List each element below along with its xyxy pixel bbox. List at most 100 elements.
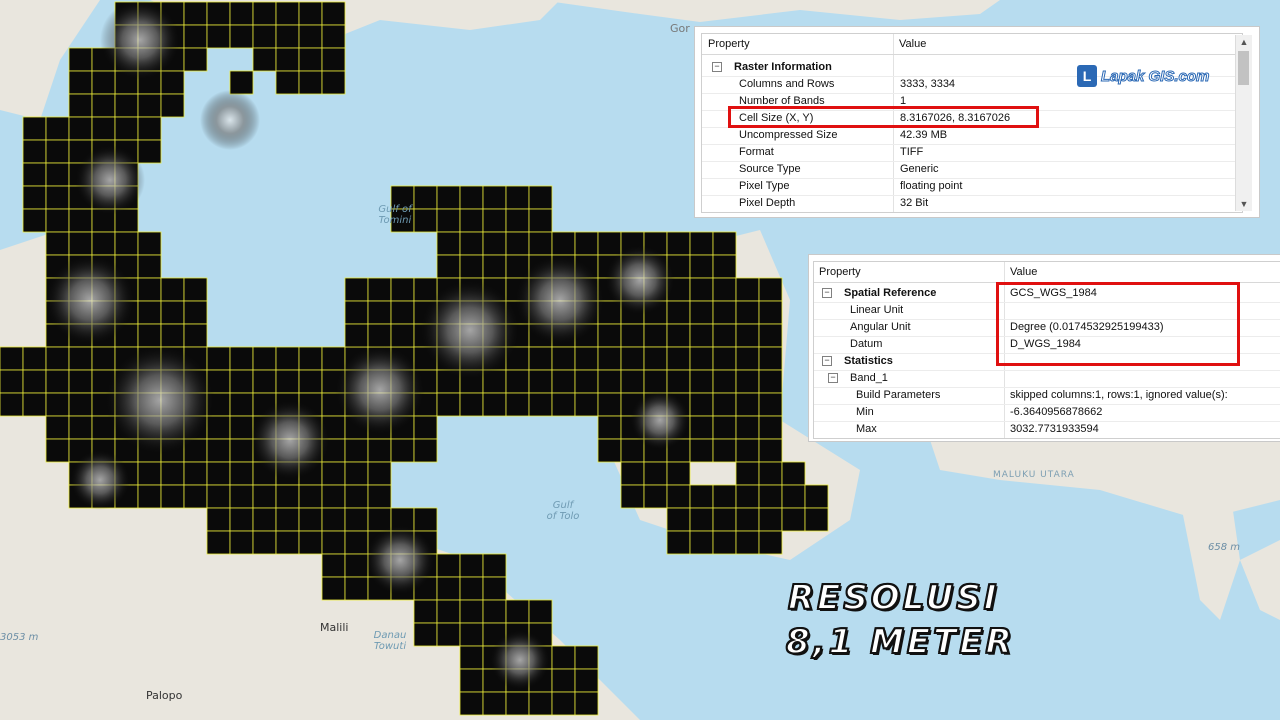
raster-tile <box>45 208 70 233</box>
raster-tile <box>45 415 70 440</box>
vertical-scrollbar[interactable]: ▲ ▼ <box>1235 35 1252 211</box>
raster-tile <box>689 323 714 348</box>
raster-tile <box>689 484 714 509</box>
raster-tile <box>229 484 254 509</box>
raster-tile <box>298 369 323 394</box>
raster-tile <box>735 484 760 509</box>
terrain-highlight <box>75 145 145 215</box>
raster-tile <box>804 507 829 532</box>
property-row[interactable]: Uncompressed Size 42.39 MB <box>702 127 1242 145</box>
property-row[interactable]: Pixel Depth 32 Bit <box>702 195 1242 212</box>
raster-tile <box>229 461 254 486</box>
scroll-down-icon[interactable]: ▼ <box>1236 197 1252 211</box>
gulf-tomini-label: Gulf of Tomini <box>378 204 412 226</box>
raster-tile <box>758 415 783 440</box>
raster-tile <box>758 530 783 555</box>
raster-tile <box>436 599 461 624</box>
raster-tile <box>758 438 783 463</box>
raster-tile <box>367 277 392 302</box>
raster-tile <box>528 369 553 394</box>
raster-tile <box>781 484 806 509</box>
raster-tile <box>459 231 484 256</box>
raster-tile <box>666 484 691 509</box>
raster-tile <box>413 507 438 532</box>
terrain-highlight <box>70 450 130 510</box>
band-subgroup[interactable]: − Band_1 <box>814 370 1280 388</box>
raster-tile <box>482 553 507 578</box>
raster-tile <box>505 185 530 210</box>
raster-tile <box>137 300 162 325</box>
raster-tile <box>68 369 93 394</box>
terrain-highlight <box>515 255 605 345</box>
collapse-icon[interactable]: − <box>712 62 722 72</box>
raster-tile <box>597 369 622 394</box>
property-key: Uncompressed Size <box>739 129 838 141</box>
raster-tile <box>22 208 47 233</box>
raster-tile <box>68 93 93 118</box>
raster-tile <box>735 277 760 302</box>
property-row[interactable]: Build Parameters skipped columns:1, rows… <box>814 387 1280 405</box>
raster-tile <box>528 185 553 210</box>
raster-tile <box>160 70 185 95</box>
raster-tile <box>689 300 714 325</box>
raster-tile <box>459 668 484 693</box>
raster-tile <box>275 530 300 555</box>
raster-tile <box>183 484 208 509</box>
raster-tile <box>68 231 93 256</box>
property-row[interactable]: Format TIFF <box>702 144 1242 162</box>
raster-tile <box>137 116 162 141</box>
raster-tile <box>459 392 484 417</box>
property-row[interactable]: Pixel Type floating point <box>702 178 1242 196</box>
raster-tile <box>344 461 369 486</box>
raster-tile <box>436 231 461 256</box>
raster-tile <box>298 47 323 72</box>
scroll-thumb[interactable] <box>1238 51 1249 85</box>
raster-tile <box>137 254 162 279</box>
collapse-icon[interactable]: − <box>822 288 832 298</box>
raster-tile <box>275 47 300 72</box>
collapse-icon[interactable]: − <box>822 356 832 366</box>
raster-tile <box>298 1 323 26</box>
raster-tile <box>735 438 760 463</box>
property-row[interactable]: Min -6.3640956878662 <box>814 404 1280 422</box>
raster-tile <box>68 70 93 95</box>
raster-tile <box>252 369 277 394</box>
raster-tile <box>666 507 691 532</box>
raster-tile <box>321 47 346 72</box>
raster-tile <box>183 277 208 302</box>
raster-tile <box>229 438 254 463</box>
property-row[interactable]: Source Type Generic <box>702 161 1242 179</box>
raster-tile <box>183 461 208 486</box>
raster-tile <box>252 1 277 26</box>
property-row[interactable]: Max 3032.7731933594 <box>814 421 1280 438</box>
raster-properties-panel: Property Value − Raster Information Colu… <box>694 26 1260 218</box>
group-label: Raster Information <box>734 61 832 73</box>
raster-tile <box>206 507 231 532</box>
raster-tile <box>528 599 553 624</box>
raster-tile <box>344 507 369 532</box>
raster-tile <box>275 346 300 371</box>
raster-tile <box>505 691 530 716</box>
raster-tile <box>321 507 346 532</box>
lapakgis-logo-text: Lapak GIS.com <box>1100 67 1210 85</box>
raster-tile <box>597 231 622 256</box>
raster-tile <box>160 93 185 118</box>
raster-tile <box>574 691 599 716</box>
collapse-icon[interactable]: − <box>828 373 838 383</box>
raster-tile <box>114 93 139 118</box>
raster-tile <box>758 507 783 532</box>
raster-tile <box>137 461 162 486</box>
raster-tile <box>459 645 484 670</box>
scroll-up-icon[interactable]: ▲ <box>1236 35 1252 49</box>
raster-tile <box>275 507 300 532</box>
raster-tile <box>758 461 783 486</box>
raster-tile <box>344 576 369 601</box>
terrain-highlight <box>200 90 260 150</box>
raster-tile <box>689 277 714 302</box>
raster-tile <box>298 346 323 371</box>
raster-tile <box>712 415 737 440</box>
raster-tile <box>528 392 553 417</box>
raster-tile <box>321 24 346 49</box>
raster-tile <box>758 300 783 325</box>
raster-tile <box>620 323 645 348</box>
